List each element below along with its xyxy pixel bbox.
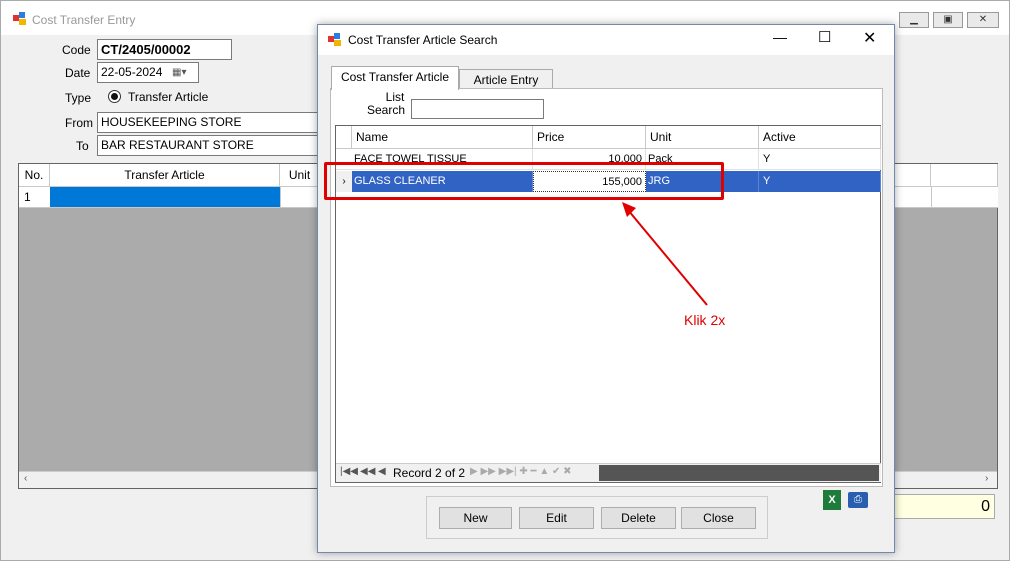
annotation-arrow (622, 202, 708, 306)
tab-article-list[interactable]: Cost Transfer Article List (331, 66, 459, 104)
annotation-text: Klik 2x (684, 312, 726, 328)
